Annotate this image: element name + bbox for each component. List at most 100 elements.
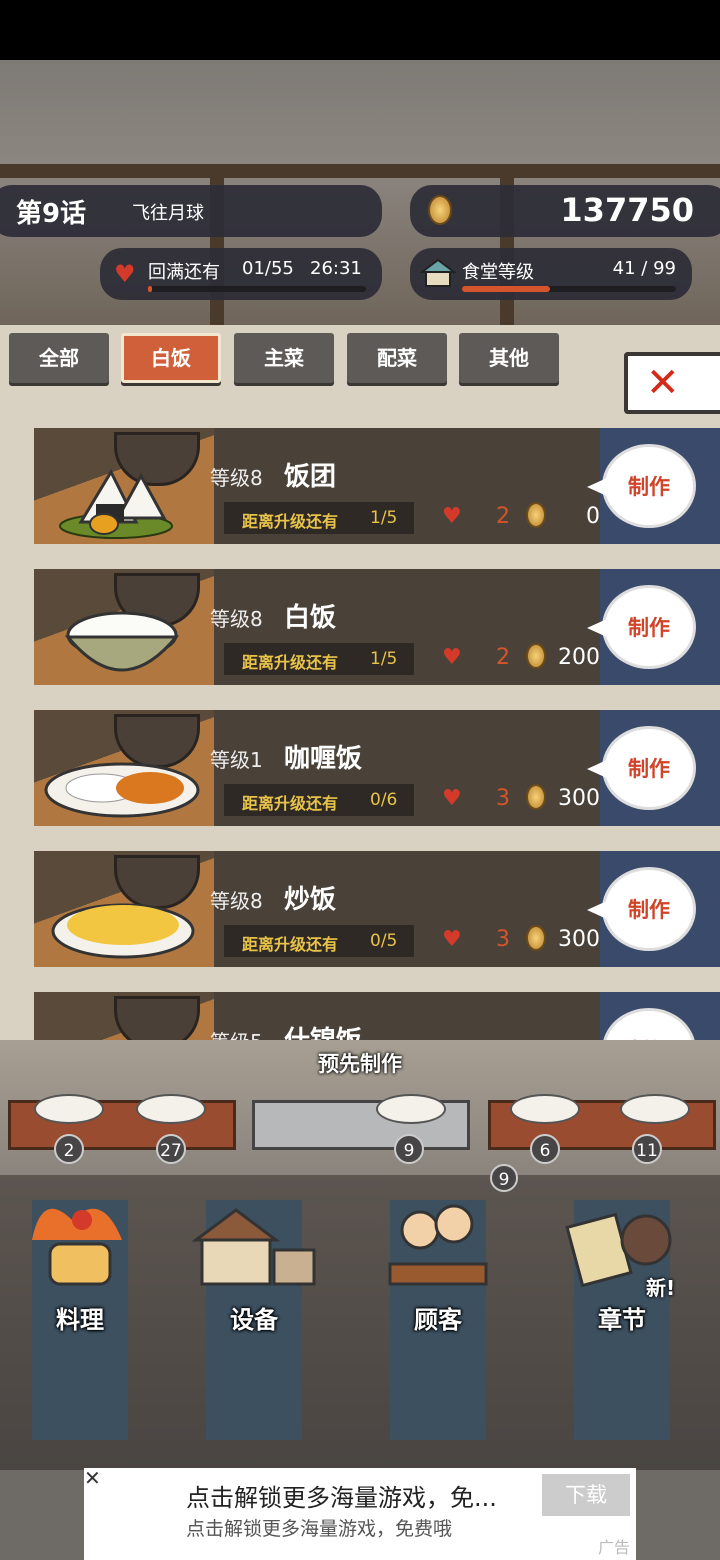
close-icon[interactable]: ✕ xyxy=(84,1466,101,1490)
upgrade-progress: 0/5 xyxy=(370,931,398,951)
customers-icon xyxy=(388,1204,488,1286)
tab-side-dish[interactable]: 配菜 xyxy=(347,333,447,383)
stamina-value: 01/55 xyxy=(242,258,294,279)
make-button-label: 制作 xyxy=(628,757,670,781)
download-button[interactable]: 下载 xyxy=(542,1474,630,1516)
recipe-row-curry-rice[interactable]: 等级1 咖喱饭 距离升级还有 0/6 ♥ 3 300 制作 xyxy=(34,710,720,826)
cake-dish-icon[interactable] xyxy=(510,1094,580,1124)
tab-rice[interactable]: 白饭 xyxy=(121,333,221,383)
upgrade-progress: 1/5 xyxy=(370,649,398,669)
chapter-number: 第9话 xyxy=(16,199,87,229)
chapter-title: 飞往月球 xyxy=(132,203,204,224)
nav-customers[interactable]: 顾客 xyxy=(388,1200,488,1440)
coin-icon xyxy=(526,784,546,810)
dish-count-badge: 9 xyxy=(394,1134,424,1164)
recipe-level: 等级8 xyxy=(210,889,263,913)
heart-cost: 3 xyxy=(496,786,510,811)
recipe-name: 白饭 xyxy=(284,603,337,633)
shop-building-icon xyxy=(191,1208,316,1286)
recipe-row-white-rice[interactable]: 等级8 白饭 距离升级还有 1/5 ♥ 2 200 制作 xyxy=(34,569,720,685)
nav-chapter[interactable]: 章节 xyxy=(565,1200,672,1440)
heart-cost: 3 xyxy=(496,927,510,952)
make-button-label: 制作 xyxy=(628,475,670,499)
precook-title: 预先制作 xyxy=(318,1052,402,1076)
nav-cooking[interactable]: 料理 xyxy=(32,1200,128,1440)
recipe-name: 咖喱饭 xyxy=(284,744,363,774)
stamina-pill[interactable]: ♥ 回满还有 01/55 26:31 xyxy=(100,248,382,300)
coin-cost: 300 xyxy=(558,786,600,811)
upgrade-label: 距离升级还有 xyxy=(242,935,339,954)
stamina-bar-fill xyxy=(148,286,153,292)
canteen-level-value: 41 / 99 xyxy=(612,258,676,279)
ad-subtitle: 点击解锁更多海量游戏，免费哦 xyxy=(186,1518,453,1540)
upgrade-label: 距离升级还有 xyxy=(242,794,339,813)
ad-title: 点击解锁更多海量游戏，免... xyxy=(186,1484,497,1512)
make-button[interactable]: 制作 xyxy=(587,726,696,810)
recipe-name: 饭团 xyxy=(284,462,337,492)
recipe-name: 什锦饭 xyxy=(284,1020,362,1040)
dish-count-badge: 6 xyxy=(530,1134,560,1164)
tempura-dish-icon[interactable] xyxy=(136,1094,206,1124)
heart-icon: ♥ xyxy=(442,786,462,811)
chapter-pill[interactable]: 第9话 飞往月球 xyxy=(0,185,382,237)
status-bar xyxy=(0,0,720,60)
recipe-level: 等级5 xyxy=(210,1026,263,1040)
cooking-icon xyxy=(32,1208,122,1286)
fried-fish-dish-icon[interactable] xyxy=(34,1094,104,1124)
nav-customers-label: 顾客 xyxy=(414,1306,462,1334)
stamina-timer: 26:31 xyxy=(310,258,362,279)
fried-rice-icon xyxy=(51,903,195,959)
karaage-dish-icon[interactable] xyxy=(620,1094,690,1124)
heart-icon: ♥ xyxy=(442,645,462,670)
heart-icon: ♥ xyxy=(442,504,462,529)
coin-cost: 200 xyxy=(558,645,600,670)
recipe-row-onigiri[interactable]: 等级8 饭团 距离升级还有 1/5 ♥ 2 0 制作 xyxy=(34,428,720,544)
canteen-level-bar xyxy=(462,286,676,292)
new-badge: 新! xyxy=(646,1276,676,1300)
tab-main-dish[interactable]: 主菜 xyxy=(234,333,334,383)
stamina-label: 回满还有 xyxy=(148,262,220,283)
tab-all[interactable]: 全部 xyxy=(9,333,109,383)
canteen-level-bar-fill xyxy=(462,286,550,292)
tab-other[interactable]: 其他 xyxy=(459,333,559,383)
recipe-level: 等级8 xyxy=(210,607,263,631)
upgrade-progress: 0/6 xyxy=(370,790,398,810)
nav-equipment[interactable]: 设备 xyxy=(191,1200,316,1440)
canteen-level-pill[interactable]: 食堂等级 41 / 99 xyxy=(410,248,692,300)
tonkatsu-dish-icon[interactable] xyxy=(376,1094,446,1124)
house-icon xyxy=(420,258,456,287)
recipe-row-fried-rice[interactable]: 等级8 炒饭 距离升级还有 0/5 ♥ 3 300 制作 xyxy=(34,851,720,967)
make-button[interactable]: 制作 xyxy=(587,867,696,951)
heart-cost: 2 xyxy=(496,645,510,670)
recipe-name: 炒饭 xyxy=(284,885,337,915)
close-icon: ✕ xyxy=(646,360,680,406)
make-button[interactable]: 制作 xyxy=(587,444,696,528)
onigiri-icon xyxy=(59,468,173,539)
curry-rice-icon xyxy=(44,762,200,818)
heart-icon: ♥ xyxy=(442,927,462,952)
recipe-level: 等级8 xyxy=(210,466,263,490)
coin-icon xyxy=(428,195,452,225)
nav-equipment-label: 设备 xyxy=(230,1306,278,1334)
dish-count-badge: 11 xyxy=(632,1134,662,1164)
make-button-label: 制作 xyxy=(628,898,670,922)
nav-chapter-label: 章节 xyxy=(598,1306,646,1334)
heart-cost: 2 xyxy=(496,504,510,529)
stamina-bar xyxy=(148,286,366,292)
upgrade-progress: 1/5 xyxy=(370,508,398,528)
nav-cooking-label: 料理 xyxy=(56,1306,104,1334)
coin-icon xyxy=(526,643,546,669)
dish-count-badge: 27 xyxy=(156,1134,186,1164)
make-button[interactable]: 制作 xyxy=(587,585,696,669)
money-value: 137750 xyxy=(560,191,694,229)
table-count-badge: 9 xyxy=(490,1164,518,1192)
coin-icon xyxy=(526,502,546,528)
canteen-level-label: 食堂等级 xyxy=(462,262,534,283)
make-button-label: 制作 xyxy=(628,616,670,640)
money-pill: 137750 xyxy=(410,185,720,237)
recipe-row-mixed-rice[interactable]: 等级5 什锦饭 制作 xyxy=(34,992,720,1040)
close-button[interactable]: ✕ xyxy=(624,352,720,414)
ad-banner[interactable]: ✕ 点击解锁更多海量游戏，免... 点击解锁更多海量游戏，免费哦 下载 广告 xyxy=(84,1466,636,1560)
upgrade-label: 距离升级还有 xyxy=(242,653,339,672)
coin-cost: 0 xyxy=(586,504,600,529)
